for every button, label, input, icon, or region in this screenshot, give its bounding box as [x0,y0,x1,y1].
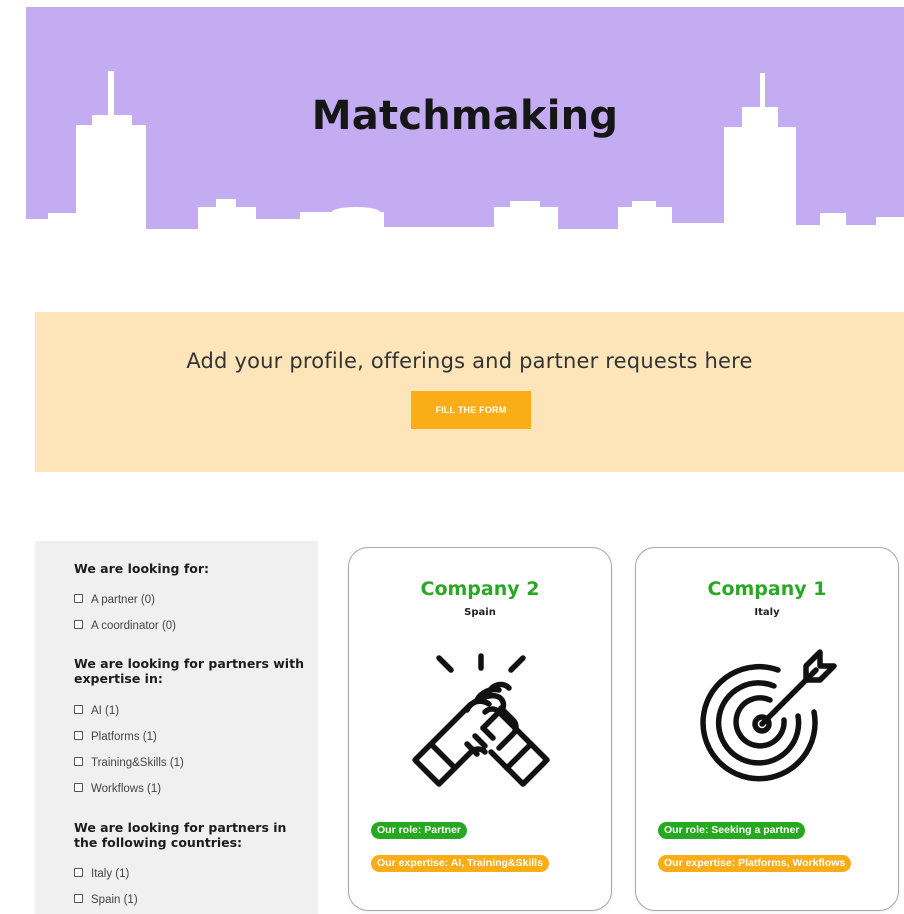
cta-banner: Add your profile, offerings and partner … [35,312,904,472]
target-arrow-icon [700,649,837,782]
checkbox[interactable] [74,593,83,603]
company-name: Company 2 [420,578,540,600]
filter-option-label: A coordinator (0) [91,620,177,632]
filter-option-training-skills[interactable]: Training&Skills (1) [74,755,184,771]
page-title: Matchmaking [311,93,619,139]
expertise-badge: Our expertise: AI, Training&Skills [371,855,549,872]
filter-option-label: Italy (1) [91,868,130,880]
filter-option-spain[interactable]: Spain (1) [74,892,138,908]
filter-heading-expertise: We are looking for partners with experti… [74,656,304,686]
filter-option-ai[interactable]: AI (1) [74,703,119,719]
hero-banner: Matchmaking [26,7,904,237]
filter-option-label: Training&Skills (1) [91,757,184,769]
fill-the-form-button[interactable]: FILL THE FORM [411,391,531,429]
filter-option-italy[interactable]: Italy (1) [74,866,129,882]
checkbox[interactable] [74,619,83,629]
company-name: Company 1 [707,578,827,600]
filter-option-coordinator[interactable]: A coordinator (0) [74,618,176,634]
filter-option-platforms[interactable]: Platforms (1) [74,729,157,745]
filter-option-partner[interactable]: A partner (0) [74,592,155,608]
filter-option-label: AI (1) [91,705,120,717]
checkbox[interactable] [74,893,83,903]
checkbox[interactable] [74,756,83,766]
company-country: Spain [464,607,496,618]
company-country: Italy [754,607,780,618]
checkbox[interactable] [74,730,83,740]
filter-sidebar: We are looking for: A partner (0) A coor… [35,541,318,914]
filter-option-workflows[interactable]: Workflows (1) [74,781,161,797]
cta-text: Add your profile, offerings and partner … [186,349,753,373]
filter-option-label: Platforms (1) [91,731,157,743]
role-badge: Our role: Partner [371,822,468,839]
checkbox[interactable] [74,782,83,792]
checkbox[interactable] [74,704,83,714]
filter-heading-countries: We are looking for partners in the follo… [74,820,287,850]
filter-heading-looking-for: We are looking for: [74,561,210,576]
company-card[interactable]: Company 1 Italy Our role: Seeking a part… [635,547,899,911]
expertise-badge: Our expertise: Platforms, Workflows [658,855,852,872]
role-badge: Our role: Seeking a partner [658,822,806,839]
filter-option-label: Workflows (1) [91,783,162,795]
company-card[interactable]: Company 2 Spain Our role: Partner Our ex… [348,547,612,911]
filter-option-label: Spain (1) [91,894,138,906]
checkbox[interactable] [74,867,83,877]
handshake-icon [412,653,550,787]
filter-option-label: A partner (0) [91,594,155,606]
